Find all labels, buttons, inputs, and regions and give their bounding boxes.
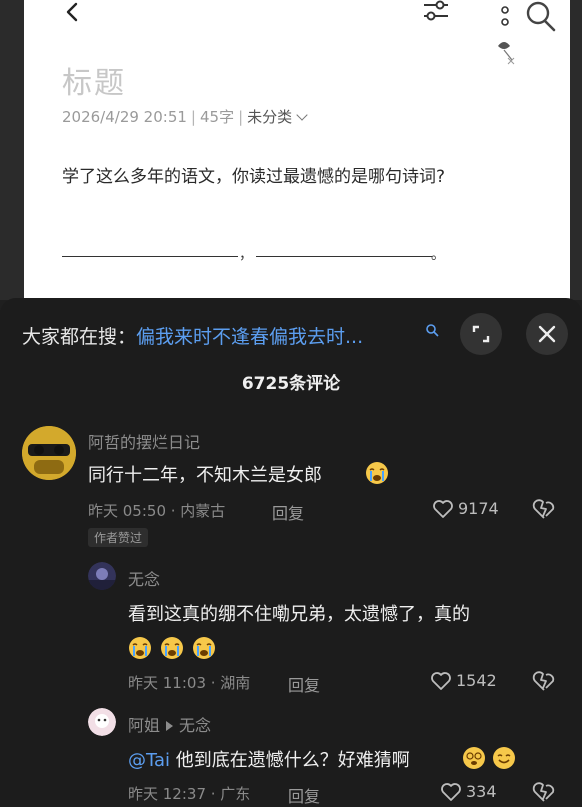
crying-emoji	[161, 637, 183, 659]
avatar[interactable]	[22, 426, 76, 480]
close-icon	[538, 325, 556, 343]
blank-line	[256, 256, 432, 257]
period: 。	[431, 247, 445, 263]
comment-count: 6725条评论	[241, 374, 341, 394]
trending-label: 大家都在搜：	[22, 326, 137, 348]
smile-emoji	[493, 747, 515, 769]
like-count: 9174	[458, 499, 499, 518]
reply-button[interactable]: 回复	[272, 500, 304, 524]
comment-username[interactable]: 阿姐	[128, 716, 160, 735]
comment-meta: 昨天 11:03 · 湖南	[128, 674, 251, 692]
crying-emoji	[366, 462, 388, 484]
left-margin	[0, 0, 24, 300]
mention-link[interactable]: @Tai	[128, 750, 170, 771]
expand-button[interactable]	[460, 313, 502, 355]
like-count: 1542	[456, 671, 497, 690]
comment-username[interactable]: 阿哲的摆烂日记	[88, 429, 200, 453]
comment-text: 看到这真的绷不住嘞兄弟，太遗憾了，真的	[128, 604, 470, 625]
search-icon[interactable]	[524, 0, 558, 34]
dislike-icon[interactable]	[531, 497, 557, 521]
crying-emoji	[193, 637, 215, 659]
comment-username[interactable]: 无念	[128, 566, 160, 590]
comment-meta: 昨天 12:37 · 广东	[128, 785, 251, 803]
chevron-down-icon	[296, 109, 308, 121]
note-date: 2026/4/29 20:51	[62, 108, 187, 126]
trending-search[interactable]: 大家都在搜：偏我来时不逢春偏我去时...	[22, 322, 363, 349]
sliders-icon[interactable]	[420, 0, 452, 26]
author-liked-badge: 作者赞过	[88, 528, 149, 547]
category-selector[interactable]: 未分类	[247, 108, 292, 126]
dislike-icon[interactable]	[531, 669, 557, 693]
reply-arrow-icon	[166, 721, 174, 731]
crying-emoji	[129, 637, 151, 659]
blank-line	[62, 256, 238, 257]
decoration-icon	[498, 6, 515, 65]
comment-text: 同行十二年，不知木兰是女郎	[88, 465, 322, 486]
back-icon[interactable]	[60, 0, 88, 28]
avatar[interactable]	[88, 708, 116, 736]
like-count: 334	[466, 782, 497, 801]
note-body[interactable]: 学了这么多年的语文，你读过最遗憾的是哪句诗词?	[62, 162, 445, 187]
expand-icon	[472, 325, 490, 343]
note-meta: 2026/4/29 20:51 | 45字 | 未分类	[62, 106, 308, 127]
comma: ，	[239, 247, 253, 263]
close-button[interactable]	[526, 313, 568, 355]
heart-icon[interactable]	[440, 782, 462, 802]
heart-icon[interactable]	[432, 499, 454, 519]
comment-meta: 昨天 05:50 · 内蒙古	[88, 502, 226, 520]
reply-thread-names: 阿姐 无念	[128, 712, 211, 736]
note-title[interactable]: 标题	[62, 58, 126, 102]
reply-button[interactable]: 回复	[288, 783, 320, 807]
dislike-icon[interactable]	[531, 780, 557, 804]
avatar[interactable]	[88, 562, 116, 590]
comment-text: @Tai 他到底在遗憾什么？好难猜啊	[128, 750, 410, 771]
right-margin	[570, 0, 582, 300]
trending-query[interactable]: 偏我来时不逢春偏我去时...	[136, 326, 363, 348]
dizzy-emoji	[463, 747, 485, 769]
word-count: 45字	[199, 108, 235, 126]
reply-to-username[interactable]: 无念	[179, 716, 211, 735]
heart-icon[interactable]	[430, 671, 452, 691]
reply-button[interactable]: 回复	[288, 672, 320, 696]
search-icon[interactable]	[425, 323, 439, 337]
note-sheet	[24, 0, 570, 300]
